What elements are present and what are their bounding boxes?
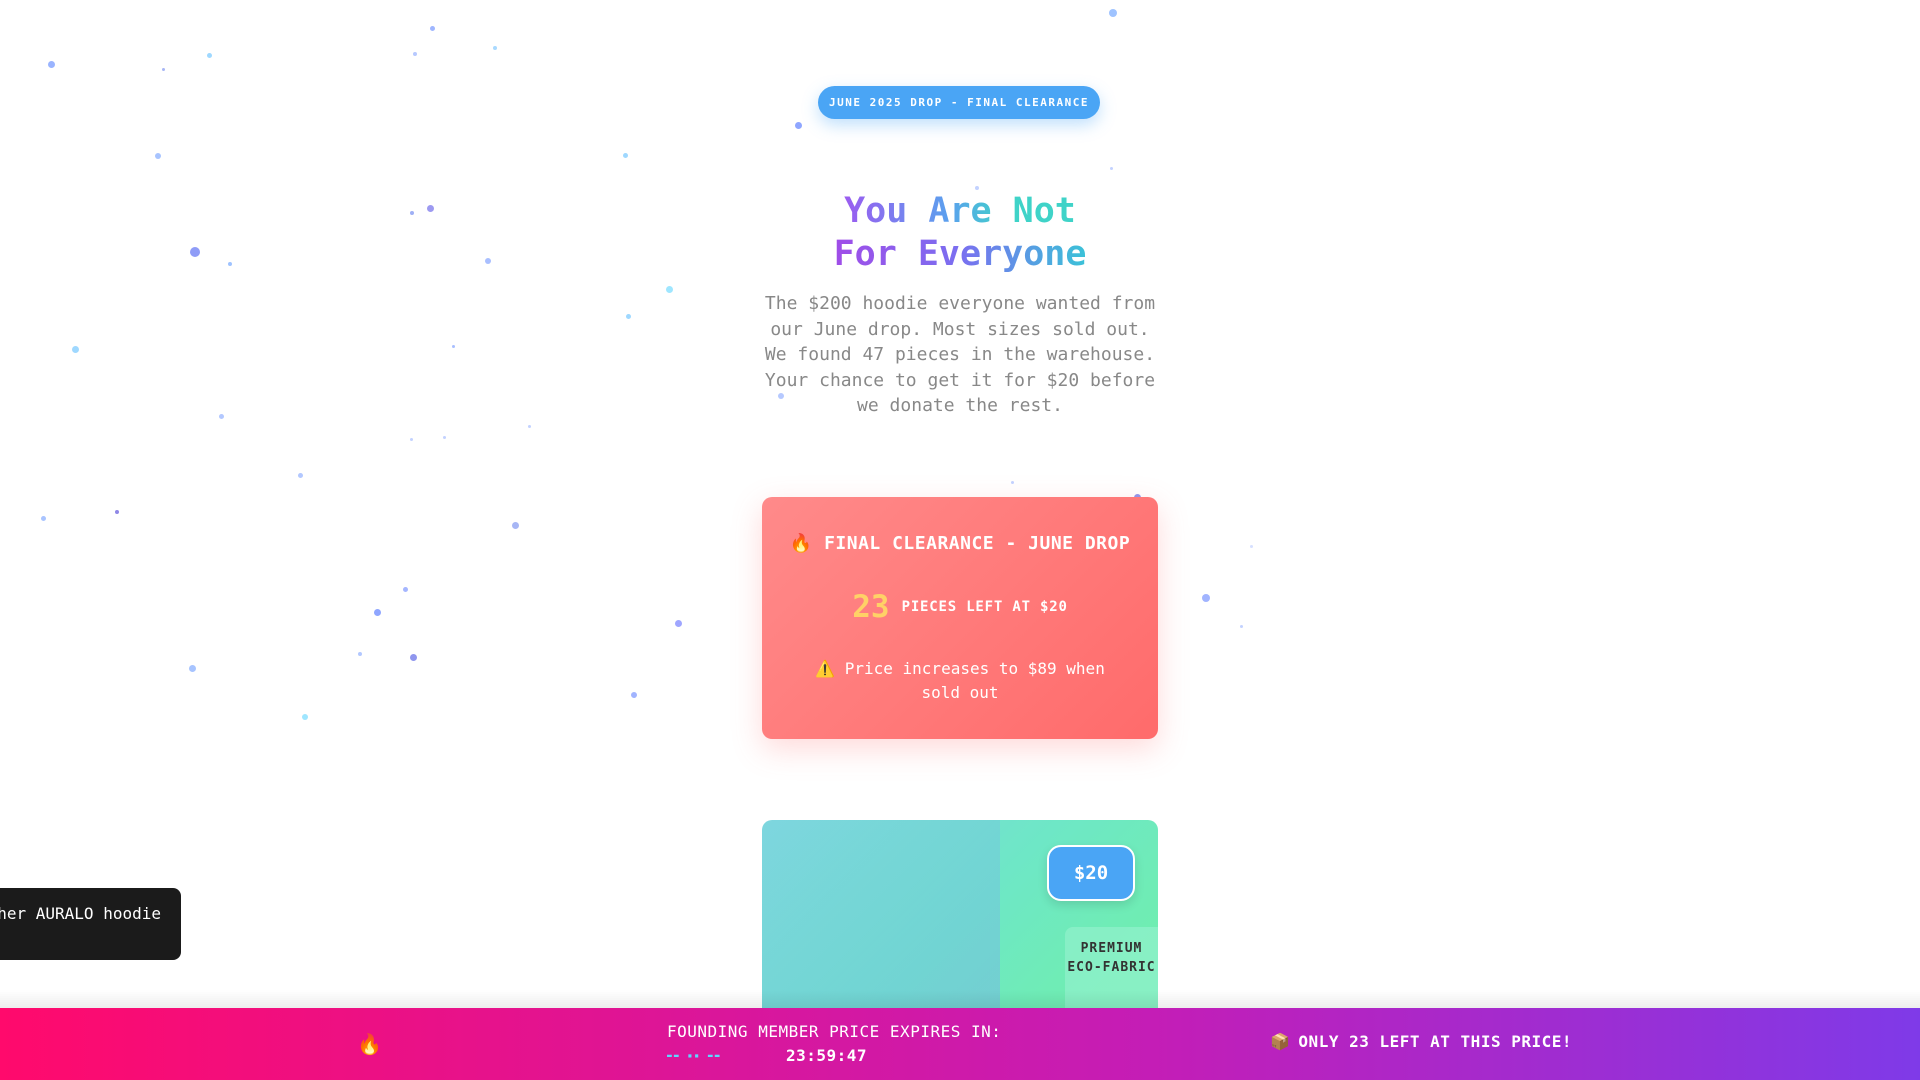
fire-icon: 🔥 [789, 533, 813, 554]
urgency-bar: 🔥 FOUNDING MEMBER PRICE EXPIRES IN: ▬▬ ▪… [0, 1008, 1920, 1080]
stock-alert-text: ONLY 23 LEFT AT THIS PRICE! [1298, 1032, 1573, 1051]
price-warning: ⚠️ Price increases to $89 when sold out [802, 657, 1118, 705]
hero-headline: You Are Not For Everyone [640, 190, 1280, 276]
price-warning-text: Price increases to $89 when sold out [844, 659, 1105, 702]
stock-alert: 📦 ONLY 23 LEFT AT THIS PRICE! [1270, 1032, 1572, 1051]
purchase-notification-toast[interactable]: her AURALO hoodie [0, 888, 181, 960]
stock-count: 23 [852, 589, 890, 625]
clearance-title-text: FINAL CLEARANCE - JUNE DROP [824, 533, 1131, 554]
warning-icon: ⚠️ [815, 659, 836, 678]
clearance-title: 🔥 FINAL CLEARANCE - JUNE DROP [762, 533, 1158, 554]
stock-label: PIECES LEFT AT $20 [901, 599, 1068, 615]
headline-line-2: For Everyone [833, 234, 1087, 274]
price-tag: $20 [1047, 845, 1135, 901]
clearance-card: 🔥 FINAL CLEARANCE - JUNE DROP 23 PIECES … [762, 497, 1158, 739]
fire-icon: 🔥 [357, 1032, 382, 1056]
stock-counter: 23 PIECES LEFT AT $20 [762, 589, 1158, 625]
bar-shadow [0, 990, 1920, 1010]
timer-progress-dashes: ▬▬ ▪▪ ▬▬ [667, 1051, 722, 1060]
countdown-timer: 23:59:47 [786, 1046, 868, 1065]
hero-subcopy: The $200 hoodie everyone wanted from our… [764, 293, 1156, 416]
timer-label: FOUNDING MEMBER PRICE EXPIRES IN: [667, 1022, 1002, 1041]
toast-text: her AURALO hoodie [0, 904, 161, 923]
headline-line-1: You Are Not [844, 191, 1076, 231]
drop-badge: JUNE 2025 DROP - FINAL CLEARANCE [818, 86, 1100, 119]
package-icon: 📦 [1270, 1032, 1291, 1051]
